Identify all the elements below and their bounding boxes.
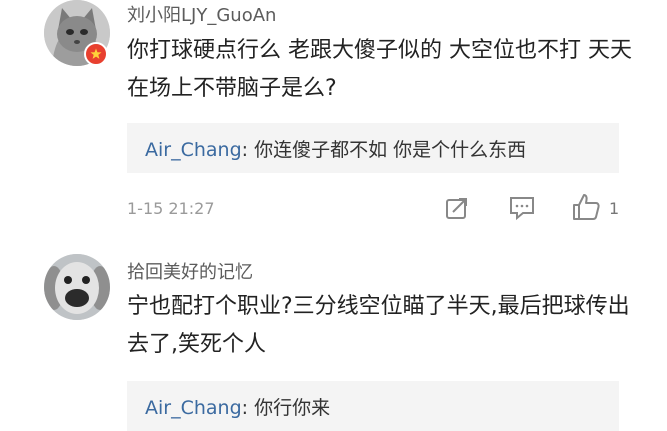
reply-line: Air_Chang: 你连傻子都不如 你是个什么东西 (145, 135, 526, 162)
comment-text: 宁也配打个职业?三分线空位瞄了半天,最后把球传出去了,笑死个人 (127, 294, 630, 357)
comment-item: 刘小阳LJY_GuoAn 你打球硬点行么 老跟大傻子似的 大空位也不打 天天在场… (0, 0, 667, 245)
thumbs-up-icon[interactable] (571, 192, 601, 226)
dog-avatar-image (44, 254, 110, 320)
comment-icon[interactable] (508, 195, 536, 225)
comment-item: 拾回美好的记忆 宁也配打个职业?三分线空位瞄了半天,最后把球传出去了,笑死个人 … (0, 245, 667, 431)
reply-author[interactable]: Air_Chang (145, 397, 242, 419)
reply-text: 你行你来 (248, 397, 331, 419)
comment-username[interactable]: 拾回美好的记忆 (127, 258, 253, 284)
comment-timestamp: 1-15 21:27 (127, 199, 215, 218)
comment-text: 你打球硬点行么 老跟大傻子似的 大空位也不打 天天在场上不带脑子是么? (127, 38, 632, 101)
avatar[interactable] (44, 254, 110, 320)
verified-badge-icon (84, 42, 108, 66)
like-count: 1 (609, 199, 620, 218)
reply-line: Air_Chang: 你行你来 (145, 393, 330, 420)
share-icon[interactable] (444, 195, 470, 225)
comment-username[interactable]: 刘小阳LJY_GuoAn (127, 1, 276, 27)
reply-author[interactable]: Air_Chang (145, 139, 242, 161)
reply-preview[interactable]: Air_Chang: 你连傻子都不如 你是个什么东西 (127, 123, 619, 173)
reply-preview[interactable]: Air_Chang: 你行你来 (127, 381, 619, 431)
reply-text: 你连傻子都不如 你是个什么东西 (248, 139, 527, 161)
